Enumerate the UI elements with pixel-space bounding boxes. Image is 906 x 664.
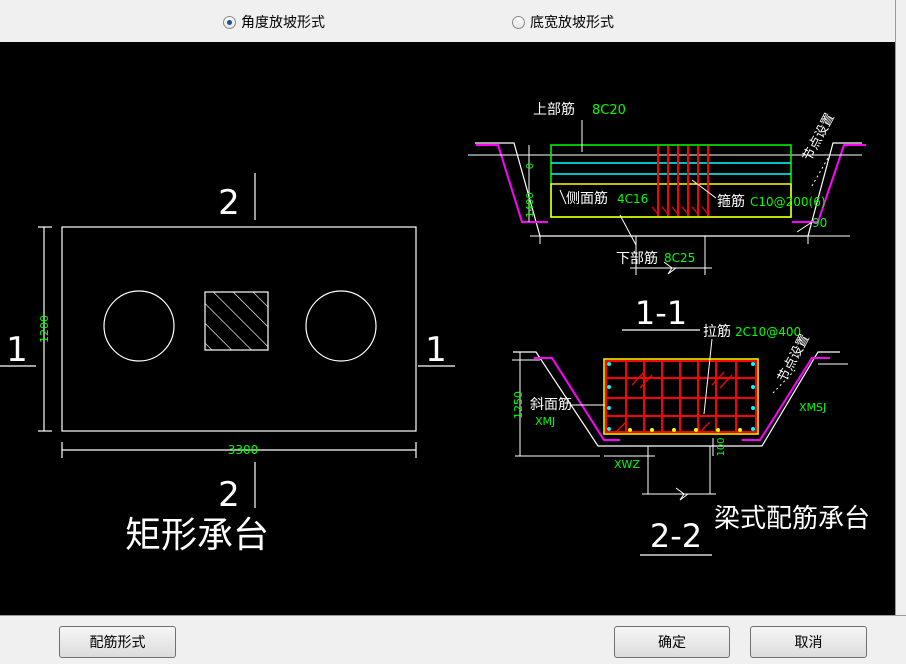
xmsj-label: XMSJ [799,401,826,414]
stirrup-label: 箍筋 [717,193,745,210]
xwz-label: XWZ [614,458,640,471]
section-1-title: 1-1 [635,294,687,332]
stirrup-value: C10@200(6) [750,195,826,209]
plan-cut-label-left: 1 [6,330,28,370]
dim-1400: 1400 [525,192,536,217]
angle-value: 90 [812,216,827,230]
window-right-edge [895,0,906,616]
xmj-label: XMJ [535,415,555,428]
tie-bar-value: 2C10@400 [735,325,801,339]
pile-right [305,290,377,362]
side-bar-value: 4C16 [617,192,648,206]
pile-left [103,290,175,362]
top-bar-label: 上部筋 [533,101,575,118]
slope-options-bar: 角度放坡形式 底宽放坡形式 [0,0,906,43]
plan-cut-label-right: 1 [425,330,447,370]
plan-view [0,173,455,508]
bottom-bar-value: 8C25 [664,251,695,265]
plan-cut-label-bottom: 2 [218,475,240,515]
side-bar-label: 侧面筋 [566,190,608,207]
rebar-form-button[interactable]: 配筋形式 [59,626,176,658]
node-setting-label-2: 节点设置 [775,332,813,385]
dim-100: 100 [716,437,727,456]
plan-cut-label-top: 2 [218,183,240,223]
width-slope-radio[interactable]: 底宽放坡形式 [512,12,614,32]
slope-bar-label: 斜面筋 [530,396,572,413]
width-slope-label: 底宽放坡形式 [530,15,614,31]
radio-selected-icon[interactable] [223,15,236,29]
drawing-canvas: 2 2 1 1 1200 3300 矩形承台 上部筋 8C20 节点设置 0 1… [0,42,895,615]
dim-1250: 1250 [512,391,525,419]
pile-cap-drawing: 2 2 1 1 1200 3300 矩形承台 上部筋 8C20 节点设置 0 1… [0,101,870,556]
dialog-footer: 配筋形式 确定 取消 [0,615,906,664]
node-setting-label-1: 节点设置 [800,111,838,164]
section-2-title: 2-2 [650,517,702,555]
cancel-button[interactable]: 取消 [750,626,867,658]
column-hatched [204,291,269,351]
tie-bar-label: 拉筋 [703,323,731,340]
ok-button[interactable]: 确定 [614,626,730,658]
plan-width-dim: 3300 [228,443,259,457]
radio-unselected-icon[interactable] [512,15,525,29]
angle-slope-radio[interactable]: 角度放坡形式 [223,12,325,32]
dim-zero: 0 [525,163,536,169]
beam-cap-caption: 梁式配筋承台 [714,504,870,534]
plan-height-dim: 1200 [38,315,51,343]
top-bar-value: 8C20 [592,103,626,118]
angle-slope-label: 角度放坡形式 [241,15,325,31]
plan-caption: 矩形承台 [125,515,269,556]
bottom-bar-label: 下部筋 [616,250,658,267]
